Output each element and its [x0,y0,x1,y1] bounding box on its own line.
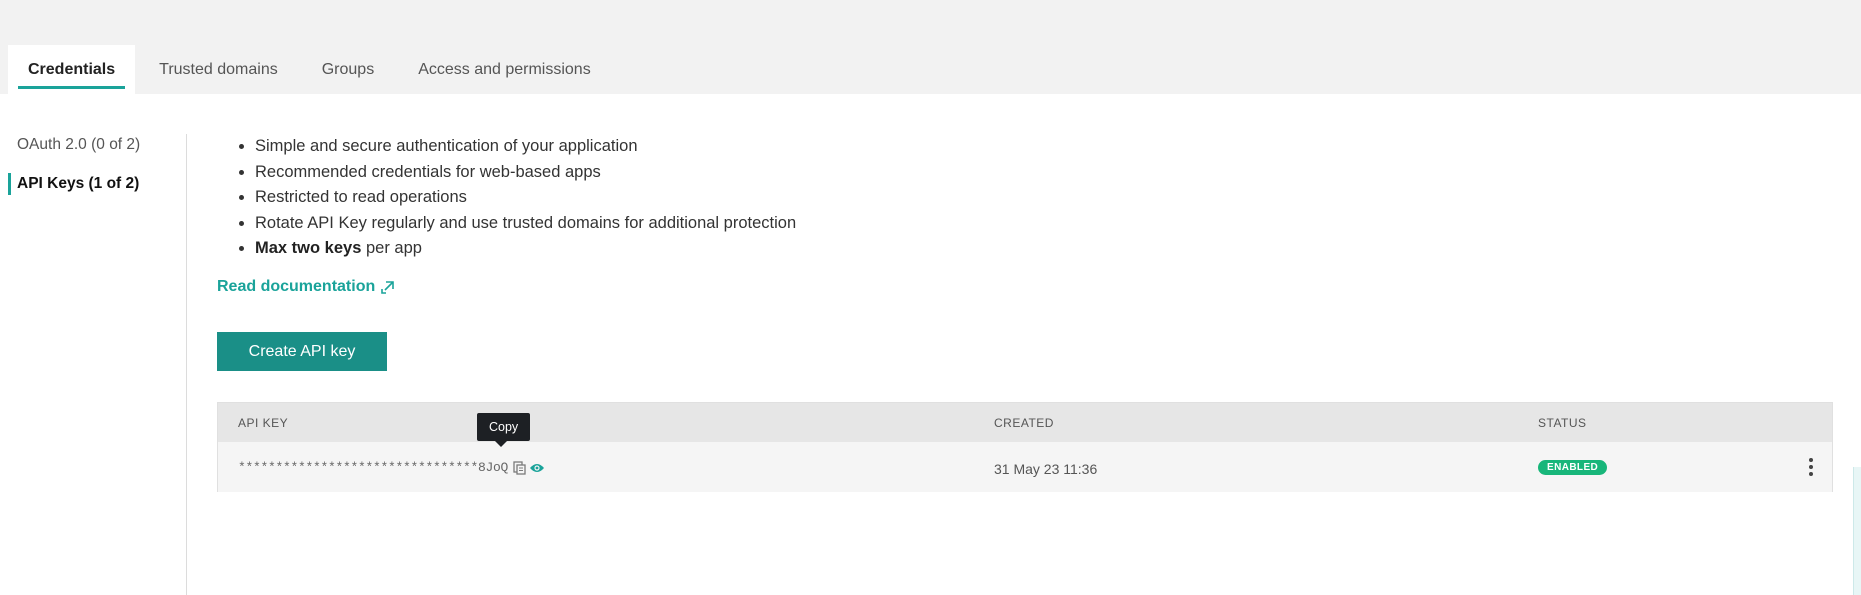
column-header-status: STATUS [1538,416,1587,430]
tab-access-permissions[interactable]: Access and permissions [398,45,611,94]
kebab-dot [1809,465,1813,469]
main-area: OAuth 2.0 (0 of 2) API Keys (1 of 2) Sim… [0,94,1861,595]
tab-trusted-domains[interactable]: Trusted domains [139,45,298,94]
status-badge: ENABLED [1538,460,1608,475]
list-item-text: per app [361,239,422,257]
kebab-dot [1809,472,1813,476]
list-item: Restricted to read operations [237,185,796,211]
list-item: Max two keys per app [237,236,796,262]
copy-icon[interactable] [513,460,526,475]
api-keys-table: API KEY CREATED STATUS *****************… [217,402,1833,492]
sidebar-item-api-keys[interactable]: API Keys (1 of 2) [8,173,139,195]
list-item: Simple and secure authentication of your… [237,134,796,160]
kebab-menu-icon[interactable] [1805,455,1817,479]
created-cell: 31 May 23 11:36 [994,461,1098,477]
read-documentation-link[interactable]: Read documentation [217,278,395,296]
scroll-edge [1853,467,1861,595]
column-header-api-key: API KEY [238,416,289,430]
list-item-bold: Max two keys [255,239,362,257]
sidebar: OAuth 2.0 (0 of 2) API Keys (1 of 2) [0,94,188,595]
copy-tooltip: Copy [477,413,531,447]
api-key-cell: ********************************8JoQ [238,460,545,475]
tab-bar: Credentials Trusted domains Groups Acces… [8,45,615,94]
create-api-key-button[interactable]: Create API key [217,332,387,371]
kebab-dot [1809,458,1813,462]
api-keys-panel: Simple and secure authentication of your… [217,94,1837,595]
top-bar: Credentials Trusted domains Groups Acces… [0,0,1861,94]
api-key-value: ********************************8JoQ [238,460,509,475]
feature-list: Simple and secure authentication of your… [237,134,796,262]
sidebar-divider [186,134,187,595]
table-header: API KEY CREATED STATUS [218,403,1832,442]
table-row: ********************************8JoQ 31 … [218,442,1832,492]
tab-groups[interactable]: Groups [302,45,394,94]
list-item: Rotate API Key regularly and use trusted… [237,211,796,237]
external-link-icon [381,280,395,294]
sidebar-item-oauth[interactable]: OAuth 2.0 (0 of 2) [8,134,140,156]
read-documentation-label: Read documentation [217,278,376,295]
eye-icon[interactable] [529,462,545,474]
column-header-created: CREATED [994,416,1054,430]
tab-credentials[interactable]: Credentials [8,45,136,94]
list-item: Recommended credentials for web-based ap… [237,160,796,186]
